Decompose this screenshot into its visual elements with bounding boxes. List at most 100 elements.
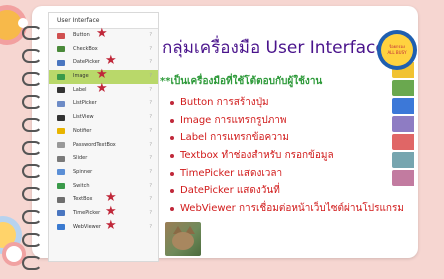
checkbox-icon xyxy=(57,46,65,53)
binding-ring xyxy=(22,210,42,224)
star-marker-icon: ★ xyxy=(105,217,117,233)
bullet-item: Button การสร้างปุ่ม xyxy=(170,94,404,112)
binding-ring xyxy=(22,256,42,270)
slide-subtitle: **เป็นเครื่องมือที่ใช้โต้ตอบกับผู้ใช้งาน xyxy=(160,76,323,87)
component-palette: User Interface Button? CheckBox? DatePicke… xyxy=(48,12,159,262)
star-marker-icon: ★ xyxy=(96,80,108,96)
palette-item-label: TextBox xyxy=(73,196,93,203)
binding-ring xyxy=(22,141,42,155)
bullet-text: Image การแทรกรูปภาพ xyxy=(180,114,287,126)
label-icon xyxy=(57,87,65,94)
star-marker-icon: ★ xyxy=(105,204,117,220)
palette-item-notifier[interactable]: Notifier? xyxy=(49,125,158,139)
help-icon[interactable]: ? xyxy=(149,43,152,57)
clock-icon xyxy=(57,210,65,217)
help-icon[interactable]: ? xyxy=(149,125,152,139)
warning-icon xyxy=(57,128,65,135)
palette-item-label: Button xyxy=(73,32,90,38)
bullet-dot-icon xyxy=(170,136,174,141)
button-icon xyxy=(57,32,65,39)
help-icon[interactable]: ? xyxy=(149,180,152,194)
palette-item-label: Label xyxy=(73,86,87,93)
palette-item-label: PasswordTextBox xyxy=(73,141,116,148)
palette-item-label: CheckBox xyxy=(73,45,98,52)
palette-item-passwordtextbox[interactable]: PasswordTextBox? xyxy=(49,139,158,153)
help-icon[interactable]: ? xyxy=(149,221,152,235)
palette-item-textbox[interactable]: TextBox? xyxy=(49,193,158,207)
help-icon[interactable]: ? xyxy=(149,70,152,84)
bullet-dot-icon xyxy=(170,171,174,176)
palette-item-label: WebViewer xyxy=(73,223,101,230)
binding-ring xyxy=(22,187,42,201)
bullet-dot-icon xyxy=(170,189,174,194)
notebook-binding xyxy=(22,26,46,279)
password-icon xyxy=(57,142,65,148)
listpicker-icon xyxy=(57,100,65,107)
switch-icon xyxy=(57,183,65,190)
bullet-text: Textbox ทำช่องสำหรับ กรอกข้อมูล xyxy=(180,150,334,162)
palette-item-label: TimePicker xyxy=(73,209,101,216)
palette-item-spinner[interactable]: Spinner? xyxy=(49,166,158,180)
calendar-icon xyxy=(57,59,65,66)
help-icon[interactable]: ? xyxy=(149,29,152,43)
palette-item-label: Spinner xyxy=(73,168,93,175)
help-icon[interactable]: ? xyxy=(149,111,152,125)
palette-item-checkbox[interactable]: CheckBox? xyxy=(49,43,158,57)
logo-text-bottom: ALL BUSY xyxy=(387,50,407,55)
help-icon[interactable]: ? xyxy=(149,139,152,153)
school-logo: ร้อยกรอง ALL BUSY xyxy=(377,30,417,70)
textbox-icon xyxy=(57,196,65,203)
bullet-text: WebViewer การเชื่อมต่อหน้าเว็บไซต์ผ่านโป… xyxy=(180,203,404,215)
bullet-text: TimePicker แสดงเวลา xyxy=(180,167,283,179)
palette-list: Button? CheckBox? DatePicker? Image? Label? L… xyxy=(49,29,158,234)
bullet-text: DatePicker แสดงวันที่ xyxy=(180,185,280,197)
palette-item-label: Slider xyxy=(73,155,88,162)
star-marker-icon: ★ xyxy=(96,67,108,83)
decor-flower xyxy=(6,246,22,262)
help-icon[interactable]: ? xyxy=(149,84,152,98)
bullet-item: Textbox ทำช่องสำหรับ กรอกข้อมูล xyxy=(170,147,404,165)
palette-item-label: DatePicker xyxy=(73,59,100,66)
help-icon[interactable]: ? xyxy=(149,152,152,166)
image-icon xyxy=(57,73,65,80)
help-icon[interactable]: ? xyxy=(149,166,152,180)
palette-item-webviewer[interactable]: WebViewer? xyxy=(49,221,158,235)
palette-item-switch[interactable]: Switch? xyxy=(49,180,158,194)
slider-icon xyxy=(57,155,65,162)
palette-item-label: ListView xyxy=(73,114,94,121)
bullet-item: Image การแทรกรูปภาพ xyxy=(170,112,404,130)
palette-item-timepicker[interactable]: TimePicker? xyxy=(49,207,158,221)
spinner-icon xyxy=(57,169,65,176)
bullet-item: Label การแทรกข้อความ xyxy=(170,129,404,147)
palette-item-label: ListPicker xyxy=(73,100,97,107)
decor-flower xyxy=(0,222,16,248)
help-icon[interactable]: ? xyxy=(149,97,152,111)
bullet-dot-icon xyxy=(170,101,174,105)
palette-item-label: Switch xyxy=(73,182,90,189)
star-marker-icon: ★ xyxy=(96,26,108,41)
palette-item-slider[interactable]: Slider? xyxy=(49,152,158,166)
bullet-text: Button การสร้างปุ่ม xyxy=(180,97,269,108)
bullet-item: DatePicker แสดงวันที่ xyxy=(170,182,404,200)
globe-icon xyxy=(57,224,65,231)
help-icon[interactable]: ? xyxy=(149,56,152,70)
bullet-dot-icon xyxy=(170,207,174,212)
bullet-item: TimePicker แสดงเวลา xyxy=(170,165,404,183)
palette-item-listpicker[interactable]: ListPicker? xyxy=(49,97,158,111)
listview-icon xyxy=(57,114,65,121)
star-marker-icon: ★ xyxy=(105,190,117,206)
binding-ring xyxy=(22,95,42,109)
palette-item-listview[interactable]: ListView? xyxy=(49,111,158,125)
star-marker-icon: ★ xyxy=(105,53,117,69)
binding-ring xyxy=(22,49,42,63)
binding-ring xyxy=(22,118,42,132)
help-icon[interactable]: ? xyxy=(149,207,152,221)
bullet-text: Label การแทรกข้อความ xyxy=(180,132,290,144)
palette-item-label: Image xyxy=(73,73,89,80)
help-icon[interactable]: ? xyxy=(149,193,152,207)
palette-item-label: Notifier xyxy=(73,127,92,134)
bullet-list: Button การสร้างปุ่ม Image การแทรกรูปภาพ La… xyxy=(170,94,404,218)
binding-ring xyxy=(22,72,42,86)
bullet-item: WebViewer การเชื่อมต่อหน้าเว็บไซต์ผ่านโป… xyxy=(170,200,404,218)
binding-ring xyxy=(22,164,42,178)
